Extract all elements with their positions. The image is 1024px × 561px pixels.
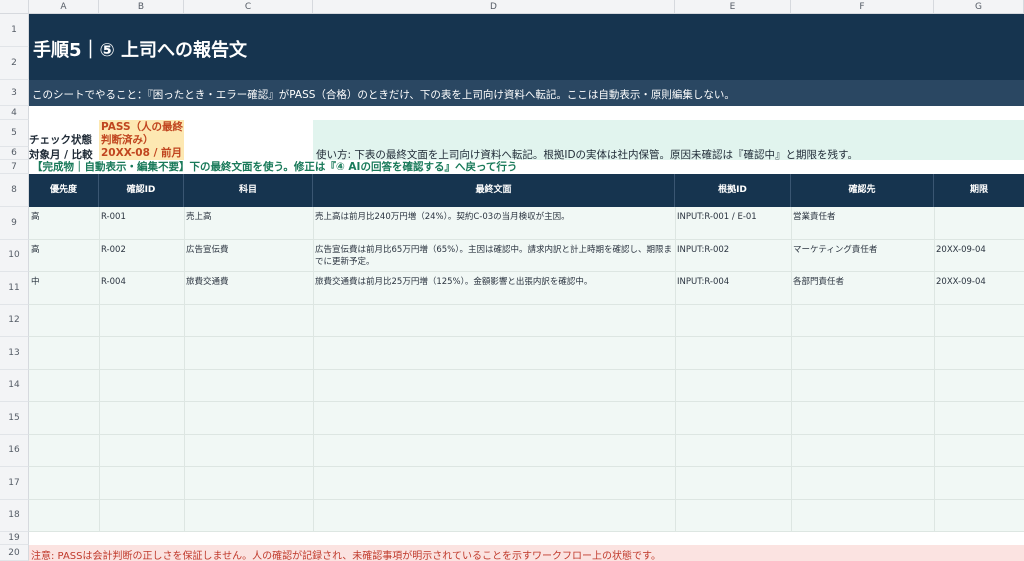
check-status-value-line1: PASS（人の最終: [101, 121, 184, 133]
row-header-11[interactable]: 11: [0, 272, 29, 305]
column-header-bar: A B C D E F G: [0, 0, 1024, 14]
empty-row[interactable]: [29, 467, 1024, 500]
check-status-value-line2: 判断済み）: [101, 134, 154, 146]
cell-due: 20XX-09-04: [936, 244, 986, 255]
cell-evidence-id: INPUT:R-001 / E-01: [677, 212, 757, 222]
row-header-5[interactable]: 5: [0, 120, 29, 147]
header-priority[interactable]: 優先度: [29, 174, 99, 207]
row-header-12[interactable]: 12: [0, 304, 29, 337]
cell-check-id: R-002: [101, 244, 126, 255]
cell-contact: 各部門責任者: [793, 277, 845, 287]
row-header-16[interactable]: 16: [0, 434, 29, 467]
empty-row[interactable]: [29, 402, 1024, 435]
column-header-a[interactable]: A: [29, 0, 99, 14]
table-row[interactable]: 高 R-001 売上高 売上高は前月比240万円増（24%）。契約C-03の当月…: [29, 207, 1024, 240]
column-header-d[interactable]: D: [313, 0, 675, 14]
row-header-6[interactable]: 6: [0, 147, 29, 160]
cell-priority: 高: [31, 244, 40, 255]
cell-final-text: 旅費交通費は前月比25万円増（125%）。金額影響と出張内訳を確認中。: [315, 277, 593, 287]
empty-row[interactable]: [29, 305, 1024, 337]
row-header-18[interactable]: 18: [0, 499, 29, 532]
cell-final-text: 売上高は前月比240万円増（24%）。契約C-03の当月検収が主因。: [315, 212, 570, 222]
row-header-20[interactable]: 20: [0, 545, 29, 561]
cell-contact: マーケティング責任者: [793, 244, 878, 255]
warning-band[interactable]: 注意: PASSは会計判断の正しさを保証しません。人の確認が記録され、未確認事項…: [29, 545, 1024, 561]
empty-row[interactable]: [29, 370, 1024, 402]
row-header-15[interactable]: 15: [0, 402, 29, 435]
empty-row[interactable]: [29, 337, 1024, 370]
check-status-value[interactable]: PASS（人の最終 判断済み）: [99, 120, 184, 147]
title-band[interactable]: 手順5｜⑤ 上司への報告文: [29, 14, 1024, 80]
cell-subject: 旅費交通費: [186, 277, 229, 287]
page-title: 手順5｜⑤ 上司への報告文: [33, 40, 248, 61]
column-header-e[interactable]: E: [675, 0, 791, 14]
row-header-4[interactable]: 4: [0, 106, 29, 120]
cell-evidence-id: INPUT:R-002: [677, 244, 730, 255]
cell-check-id: R-001: [101, 212, 126, 222]
row-header-17[interactable]: 17: [0, 467, 29, 500]
select-all-corner[interactable]: [0, 0, 29, 14]
table-row[interactable]: 高 R-002 広告宣伝費 広告宣伝費は前月比65万円増（65%）。主因は確認中…: [29, 240, 1024, 272]
target-month-value[interactable]: 20XX-08 / 前月: [99, 147, 184, 160]
check-status-label[interactable]: チェック状態: [29, 132, 99, 147]
header-subject[interactable]: 科目: [184, 174, 313, 207]
cell-evidence-id: INPUT:R-004: [677, 277, 730, 287]
column-header-f[interactable]: F: [791, 0, 934, 14]
header-evidence-id[interactable]: 根拠ID: [675, 174, 791, 207]
row-header-10[interactable]: 10: [0, 239, 29, 272]
instruction-text: このシートでやること：『困ったとき・エラー確認』がPASS（合格）のときだけ、下…: [32, 89, 735, 101]
table-body: 高 R-001 売上高 売上高は前月比240万円増（24%）。契約C-03の当月…: [29, 207, 1024, 532]
row-header-1[interactable]: 1: [0, 14, 29, 47]
header-check-id[interactable]: 確認ID: [99, 174, 184, 207]
row-header-19[interactable]: 19: [0, 532, 29, 545]
cell-final-text: 広告宣伝費は前月比65万円増（65%）。主因は確認中。請求内訳と計上時期を確認し…: [315, 244, 672, 267]
header-contact[interactable]: 確認先: [791, 174, 934, 207]
table-row[interactable]: 中 R-004 旅費交通費 旅費交通費は前月比25万円増（125%）。金額影響と…: [29, 272, 1024, 305]
row-header-9[interactable]: 9: [0, 207, 29, 240]
table-header: 優先度 確認ID 科目 最終文面 根拠ID 確認先 期限: [29, 174, 1024, 207]
column-header-c[interactable]: C: [184, 0, 313, 14]
cell-due: 20XX-09-04: [936, 277, 986, 287]
row-header-8[interactable]: 8: [0, 174, 29, 207]
cell-priority: 高: [31, 212, 40, 222]
empty-row[interactable]: [29, 500, 1024, 532]
header-due[interactable]: 期限: [934, 174, 1024, 207]
cell-subject: 広告宣伝費: [186, 244, 229, 255]
row-header-2[interactable]: 2: [0, 47, 29, 80]
cell-check-id: R-004: [101, 277, 126, 287]
warning-text: 注意: PASSは会計判断の正しさを保証しません。人の確認が記録され、未確認事項…: [31, 551, 661, 561]
header-final-text[interactable]: 最終文面: [313, 174, 675, 207]
empty-row[interactable]: [29, 435, 1024, 467]
cell-subject: 売上高: [186, 212, 212, 222]
usage-band[interactable]: 使い方: 下表の最終文面を上司向け資料へ転記。根拠IDの実体は社内保管。原因未確…: [313, 120, 1024, 161]
completion-note[interactable]: 【完成物｜自動表示・編集不要】下の最終文面を使う。修正は『④ AIの回答を確認す…: [29, 160, 1024, 174]
cell-contact: 営業責任者: [793, 212, 836, 222]
column-header-b[interactable]: B: [99, 0, 184, 14]
column-header-g[interactable]: G: [934, 0, 1024, 14]
row-header-13[interactable]: 13: [0, 337, 29, 370]
row-header-7[interactable]: 7: [0, 160, 29, 174]
instruction-band[interactable]: このシートでやること：『困ったとき・エラー確認』がPASS（合格）のときだけ、下…: [29, 80, 1024, 106]
row-header-14[interactable]: 14: [0, 369, 29, 402]
cell-priority: 中: [31, 277, 40, 287]
row-header-3[interactable]: 3: [0, 80, 29, 106]
